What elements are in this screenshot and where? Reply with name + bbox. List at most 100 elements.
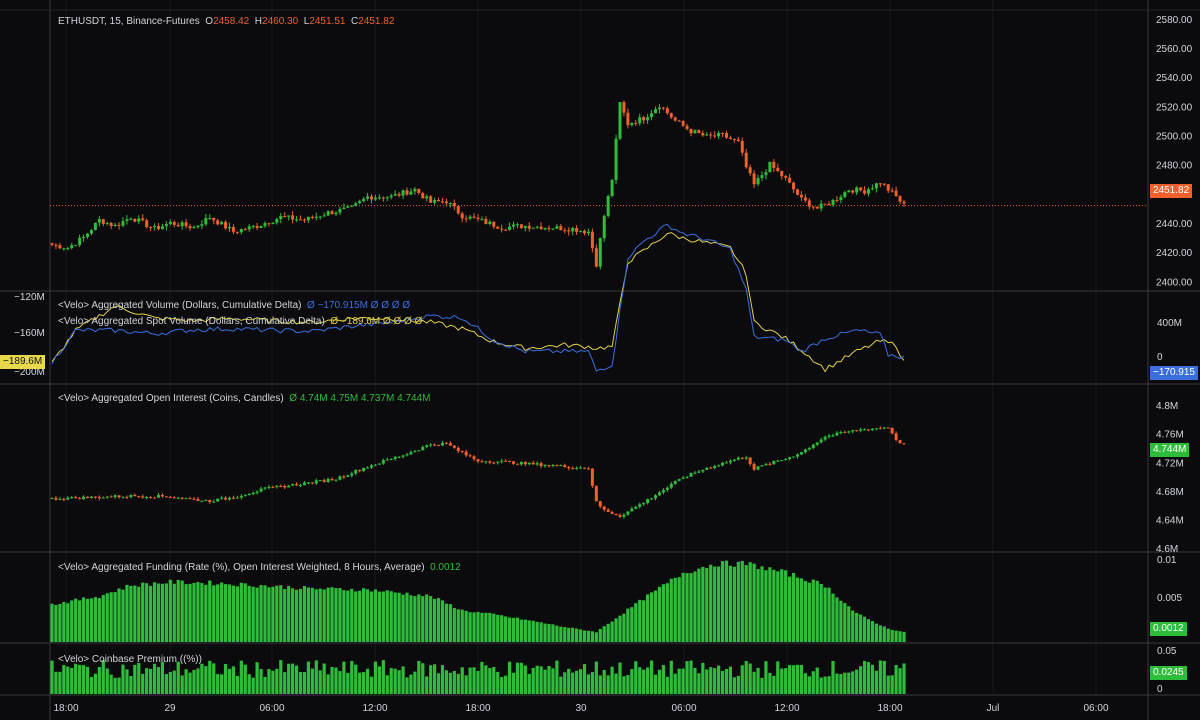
oi-candle <box>819 439 823 443</box>
price-candle <box>377 197 381 199</box>
oi-candle <box>725 462 728 464</box>
oi-candle <box>882 427 886 429</box>
premium-bar <box>614 673 618 694</box>
price-candle <box>772 161 776 168</box>
price-candle <box>657 107 661 110</box>
funding-bar <box>358 590 362 642</box>
price-candle <box>389 195 393 198</box>
price-candle <box>827 203 831 205</box>
oi-candle <box>705 467 709 470</box>
oi-candle <box>796 454 799 457</box>
price-candle <box>527 225 531 229</box>
oi-candle <box>299 485 302 487</box>
premium-bar <box>862 660 867 694</box>
premium-bar <box>381 660 385 694</box>
funding-bar <box>831 593 835 642</box>
funding-bar <box>436 598 441 642</box>
funding-bar <box>78 600 82 642</box>
premium-legend: <Velo> Coinbase Premium ((%)) <box>58 654 202 665</box>
funding-bar <box>373 589 378 642</box>
price-candle <box>740 141 744 153</box>
premium-bar <box>160 662 165 694</box>
oi-candle <box>310 482 314 484</box>
funding-bar <box>500 615 504 642</box>
funding-bar <box>440 600 445 642</box>
price-candle <box>614 138 618 181</box>
oi-candle <box>713 466 717 468</box>
time-axis-tick: 12:00 <box>774 703 799 714</box>
oi-candle <box>890 427 894 434</box>
funding-bar <box>318 588 322 642</box>
left-axis-tick: −160M <box>14 328 45 339</box>
oi-candle <box>784 459 788 461</box>
funding-bar <box>807 582 811 642</box>
funding-bar <box>571 627 575 642</box>
price-candle <box>630 123 634 126</box>
price-candle <box>101 219 105 224</box>
price-candle <box>448 202 452 204</box>
funding-bar <box>488 612 492 642</box>
oi-candle <box>681 477 685 479</box>
funding-bar <box>555 625 559 642</box>
oi-candle <box>86 496 89 499</box>
price-candle <box>460 213 464 219</box>
price-candle <box>807 200 811 207</box>
price-candle <box>89 230 93 234</box>
price-candle <box>302 219 306 221</box>
price-candle <box>760 175 764 178</box>
price-candle <box>539 226 543 230</box>
premium-bar <box>606 675 610 694</box>
funding-bar <box>421 596 425 642</box>
funding-bar <box>689 573 693 642</box>
oi-legend: <Velo> Aggregated Open Interest (Coins, … <box>58 393 431 404</box>
price-candle <box>350 205 354 207</box>
funding-bar <box>614 618 618 642</box>
oi-candle <box>602 506 606 510</box>
funding-bar <box>890 629 894 642</box>
premium-bar <box>468 667 472 694</box>
premium-bar <box>480 661 484 694</box>
premium-bar <box>811 671 815 694</box>
funding-bar <box>350 588 354 642</box>
funding-bar <box>673 577 677 642</box>
funding-bar <box>484 612 488 642</box>
premium-bar <box>744 660 748 694</box>
oi-candle <box>200 500 204 502</box>
premium-bar <box>373 661 378 694</box>
premium-bar <box>748 663 752 694</box>
premium-bar <box>878 660 882 694</box>
premium-bar <box>653 674 658 694</box>
price-candle <box>50 243 54 245</box>
premium-bar <box>421 663 425 694</box>
premium-bar <box>484 665 488 694</box>
premium-bar <box>760 677 764 694</box>
premium-bar <box>598 675 602 694</box>
oi-candle <box>661 489 665 493</box>
price-candle <box>713 135 717 137</box>
oi-candle <box>803 449 807 453</box>
funding-bar <box>334 588 338 642</box>
oi-candle <box>137 496 141 498</box>
premium-bar <box>851 671 855 694</box>
premium-bar <box>488 668 492 694</box>
oi-candle <box>121 496 125 498</box>
premium-bar <box>803 673 807 694</box>
oi-candle <box>330 478 334 481</box>
oi-candle <box>58 499 62 501</box>
premium-bar <box>172 670 176 694</box>
oi-candle <box>385 459 389 461</box>
oi-candle <box>464 451 468 456</box>
price-candle <box>433 199 437 203</box>
premium-bar <box>898 668 902 694</box>
price-candle <box>579 230 583 232</box>
premium-bar <box>831 661 835 694</box>
price-candle <box>488 221 492 225</box>
oi-candle <box>113 495 117 498</box>
price-candle <box>594 248 598 267</box>
trading-chart[interactable]: 2580.00 2560.00 2540.00 2520.00 2500.00 2480.… <box>0 0 1200 720</box>
last-price-badge: 2451.82 <box>1150 184 1193 198</box>
oi-candle <box>500 460 504 462</box>
premium-bar <box>275 668 279 694</box>
price-candle <box>464 218 468 220</box>
funding-legend: <Velo> Aggregated Funding (Rate (%), Ope… <box>58 562 461 573</box>
